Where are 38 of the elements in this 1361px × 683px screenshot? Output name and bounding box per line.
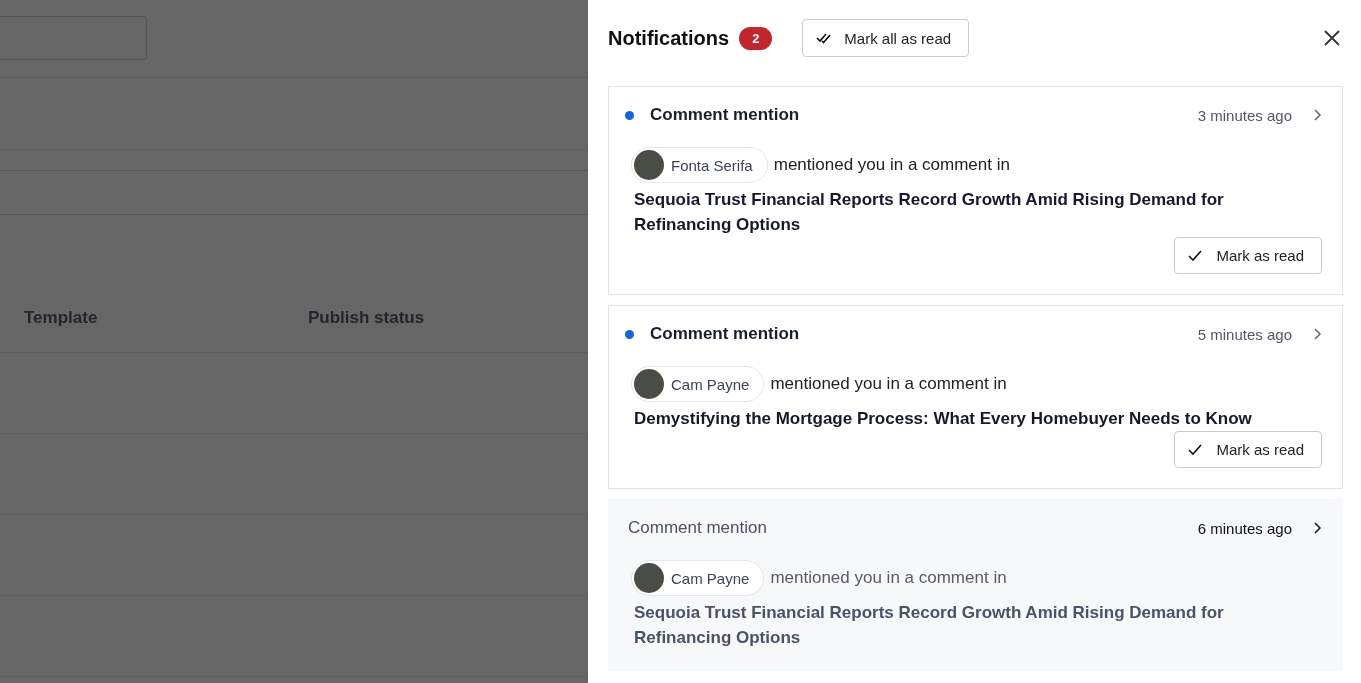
close-icon[interactable]: [1323, 29, 1341, 47]
notification-type: Comment mention: [628, 518, 767, 538]
check-icon: [1188, 249, 1203, 262]
author-name: Cam Payne: [671, 569, 750, 587]
column-header: Publish status: [308, 308, 425, 328]
column-header: Template: [24, 308, 99, 328]
mark-as-read-button[interactable]: Mark as read: [1174, 431, 1322, 468]
panel-title: Notifications: [608, 26, 730, 50]
notification-type: Comment mention: [650, 324, 800, 344]
unread-dot: [625, 110, 634, 120]
notification-card[interactable]: Comment mention 5 minutes ago Cam Payne mentioned you in a comment in Demystifying the Mortgage Process: What Every Homebuyer Needs to Know Mark as read: [608, 305, 1343, 489]
notification-time: 5 minutes ago: [1197, 325, 1292, 343]
mention-text: mentioned you in a comment in: [770, 374, 1007, 394]
double-check-icon: [816, 31, 833, 45]
unread-dot: [625, 329, 634, 339]
mention-text: mentioned you in a comment in: [770, 568, 1007, 588]
unread-count-badge: 2: [739, 26, 773, 50]
check-icon: [1188, 443, 1203, 456]
mark-all-as-read-button[interactable]: Mark all as read: [802, 19, 970, 57]
article-title[interactable]: Sequoia Trust Financial Reports Record Growth Amid Rising Demand for Refinancing Options: [634, 600, 1322, 650]
author-name: Fonta Serifa: [671, 156, 753, 174]
mark-as-read-button[interactable]: Mark as read: [1174, 237, 1322, 274]
notification-time: 6 minutes ago: [1197, 519, 1292, 537]
article-title[interactable]: Sequoia Trust Financial Reports Record Growth Amid Rising Demand for Refinancing Options: [634, 187, 1322, 237]
avatar-placeholder: [634, 150, 664, 180]
notification-type: Comment mention: [650, 105, 800, 125]
notification-time: 3 minutes ago: [1197, 106, 1292, 124]
notification-card[interactable]: Comment mention 3 minutes ago Fonta Serifa mentioned you in a comment in Sequoia Trust Financial Reports Record Growth Amid Rising Demand for Refinancing Options Mark as read: [608, 86, 1343, 295]
mention-text: mentioned you in a comment in: [773, 155, 1010, 175]
chevron-right-icon[interactable]: [1312, 522, 1322, 534]
article-title[interactable]: Demystifying the Mortgage Process: What Every Homebuyer Needs to Know: [634, 406, 1322, 431]
author-name: Cam Payne: [671, 375, 750, 393]
avatar-placeholder: [634, 369, 664, 399]
notification-card[interactable]: Comment mention 6 minutes ago Cam Payne mentioned you in a comment in Sequoia Trust Financial Reports Record Growth Amid Rising Demand for Refinancing Options: [608, 499, 1343, 671]
author-chip[interactable]: Cam Payne: [631, 560, 765, 596]
author-chip[interactable]: Cam Payne: [631, 366, 765, 402]
author-chip[interactable]: Fonta Serifa: [631, 147, 768, 183]
avatar-placeholder: [634, 563, 664, 593]
